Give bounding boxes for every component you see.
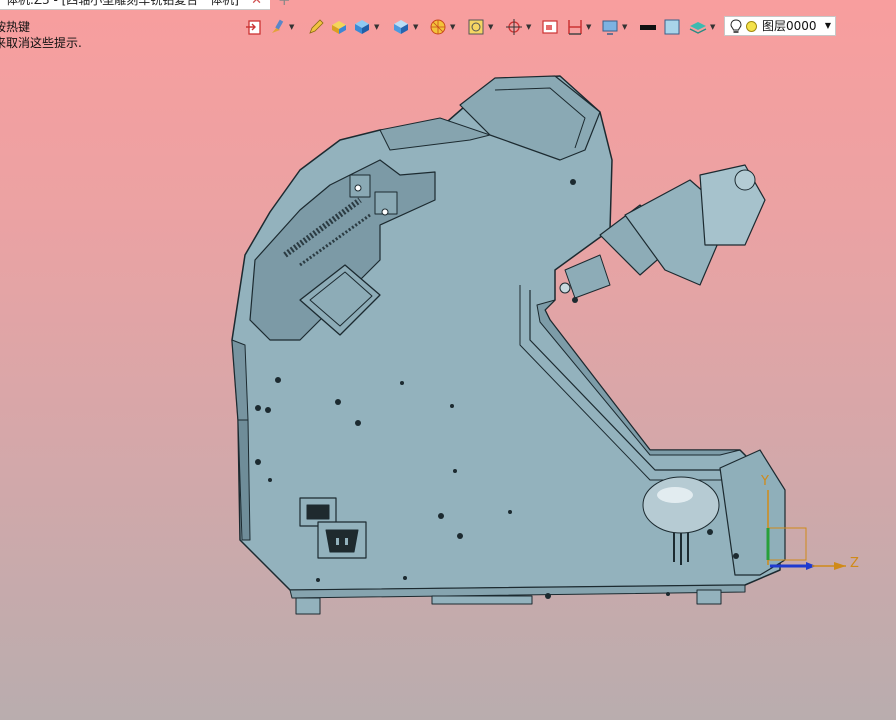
axis-y-label: Y	[761, 474, 769, 489]
cad-viewport[interactable]	[0, 0, 896, 720]
machine-model	[231, 75, 786, 615]
axis-z-label: Z	[850, 556, 859, 571]
